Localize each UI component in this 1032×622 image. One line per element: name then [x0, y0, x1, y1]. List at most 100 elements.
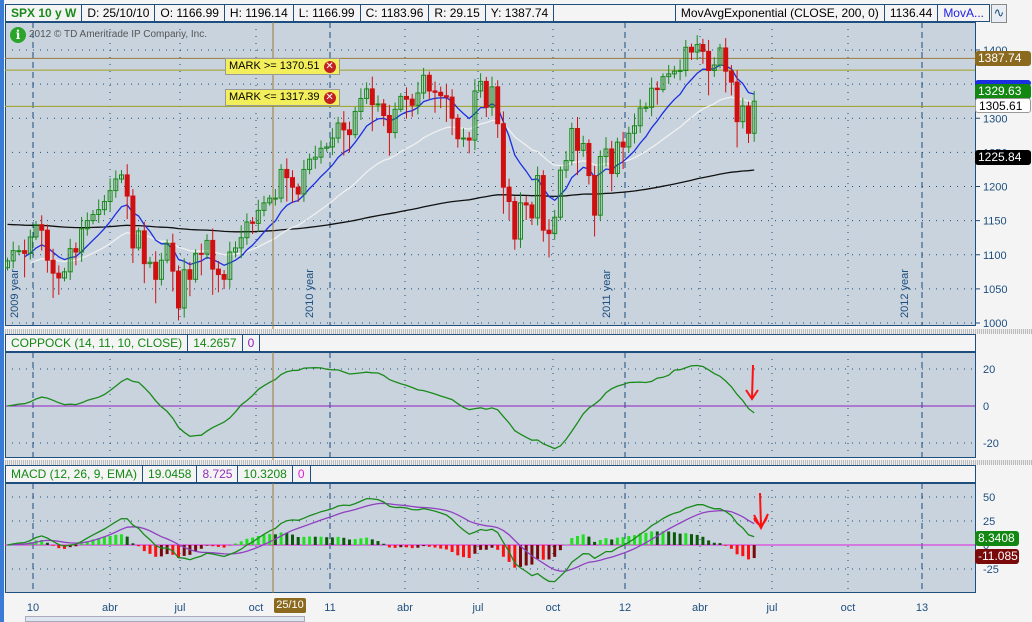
macd-histogram-bar: [279, 532, 283, 545]
macd-histogram-bar: [239, 541, 243, 545]
macd-histogram-bar: [416, 545, 420, 548]
candle-down: [512, 201, 518, 240]
remove-mark-icon[interactable]: ✕: [323, 91, 336, 104]
date-axis-label: 11: [324, 602, 335, 614]
candle-down: [449, 96, 455, 119]
candle-down: [295, 186, 301, 195]
macd-histogram-bar: [718, 543, 722, 545]
macd-histogram-bar: [615, 537, 619, 545]
macd-value: 19.0458: [143, 466, 198, 482]
macd-histogram-bar: [359, 538, 363, 545]
candle-down: [432, 90, 438, 93]
date-axis-label: abr: [692, 602, 708, 614]
macd-axis-label: 25: [983, 516, 995, 528]
macd-histogram-bar: [427, 545, 431, 547]
macd-histogram-bar: [102, 537, 106, 545]
candle-down: [438, 91, 444, 97]
candle-down: [483, 80, 489, 108]
candle-down: [56, 272, 62, 279]
horizontal-scrollbar[interactable]: [25, 616, 305, 622]
annotation-arrow: [745, 364, 759, 401]
candle-down: [426, 74, 432, 92]
candle-down: [700, 44, 706, 52]
candle-down: [44, 229, 50, 261]
macd-histogram-bar: [712, 542, 716, 545]
coppock-title[interactable]: COPPOCK (14, 11, 10, CLOSE): [6, 335, 189, 351]
macd-histogram-bar: [399, 545, 403, 548]
year-label: 2012 year: [899, 269, 911, 318]
date-axis-label: oct: [249, 602, 264, 614]
price-axis-label: 1300: [983, 113, 1007, 125]
macd-histogram-bar: [627, 536, 631, 545]
macd-histogram-bar: [222, 545, 226, 548]
candle-down: [728, 70, 734, 83]
candle-down: [341, 122, 347, 131]
macd-value-label: 8.3408: [975, 531, 1019, 546]
macd-histogram-bar: [604, 538, 608, 545]
macd-histogram-bar: [393, 545, 397, 548]
year-label: 2009 year: [9, 269, 21, 318]
price-axis-label: 1050: [983, 284, 1007, 296]
macd-histogram-bar: [51, 545, 55, 546]
macd-histogram-bar: [444, 545, 448, 550]
macd-histogram-bar: [462, 545, 465, 558]
macd-histogram-bar: [114, 534, 118, 545]
macd-histogram-bar: [370, 539, 374, 545]
macd-histogram-bar: [610, 539, 614, 545]
macd-histogram-bar: [473, 545, 477, 554]
macd-histogram-bar: [553, 545, 557, 557]
alert-mark-upper[interactable]: MARK >= 1370.51 ✕: [225, 58, 340, 75]
macd-histogram-bar: [467, 545, 471, 559]
candle-down: [592, 175, 598, 216]
macd-histogram-bar: [376, 541, 380, 545]
macd-histogram-bar: [581, 534, 585, 545]
macd-histogram-bar: [313, 536, 317, 545]
candle-down: [250, 221, 256, 224]
macd-histogram-bar: [216, 545, 220, 547]
macd-histogram-bar: [752, 545, 756, 559]
macd-title[interactable]: MACD (12, 26, 9, EMA): [6, 466, 144, 482]
alert-mark-lower[interactable]: MARK <= 1317.39 ✕: [225, 89, 340, 106]
macd-histogram-bar: [131, 543, 135, 545]
macd-histogram-bar: [501, 545, 505, 557]
macd-histogram-bar: [729, 545, 733, 549]
macd-histogram-bar: [519, 545, 522, 567]
coppock-header: COPPOCK (14, 11, 10, CLOSE) 14.2657 0: [5, 334, 976, 352]
candle-down: [500, 123, 506, 188]
date-axis-label: 10: [27, 602, 39, 614]
macd-histogram-bar: [672, 532, 676, 545]
macd-histogram-bar: [125, 536, 129, 545]
candle-down: [284, 168, 290, 179]
date-axis-label: jul: [471, 602, 483, 614]
macd-histogram-bar: [433, 545, 437, 548]
candle-down: [546, 229, 552, 235]
macd-histogram-bar: [439, 545, 443, 549]
candle-down: [620, 141, 626, 148]
remove-mark-icon[interactable]: ✕: [323, 60, 336, 73]
macd-axis-label: -25: [983, 564, 999, 576]
macd-histogram-bar: [308, 536, 312, 545]
cursor-date-label: 25/10: [274, 598, 306, 613]
macd-histogram-bar: [120, 534, 123, 545]
macd-histogram-bar: [302, 536, 306, 545]
info-icon[interactable]: i: [10, 27, 26, 43]
coppock-zero: 0: [243, 335, 261, 351]
date-axis-label: 13: [916, 602, 928, 614]
chart-canvas[interactable]: 10abrjuloct11abrjuloct12abrjuloct1314001…: [0, 0, 1032, 622]
macd-diff: 10.3208: [238, 466, 293, 482]
macd-histogram-bar: [336, 536, 340, 545]
candle-down: [609, 148, 615, 175]
macd-histogram-bar: [496, 545, 500, 550]
macd-histogram-bar: [325, 537, 329, 545]
macd-histogram-bar: [456, 545, 460, 556]
macd-histogram-bar: [382, 543, 386, 545]
coppock-axis-label: -20: [983, 438, 999, 450]
candle-down: [455, 117, 461, 140]
ema200-label: 1225.84: [975, 150, 1031, 165]
macd-histogram-bar: [45, 542, 49, 545]
candle-down: [176, 270, 181, 309]
macd-histogram-bar: [558, 545, 562, 551]
copyright-text: 2012 © TD Ameritrade IP Company, Inc.: [29, 29, 208, 40]
macd-histogram-bar: [570, 538, 574, 545]
macd-histogram-bar: [707, 540, 711, 545]
